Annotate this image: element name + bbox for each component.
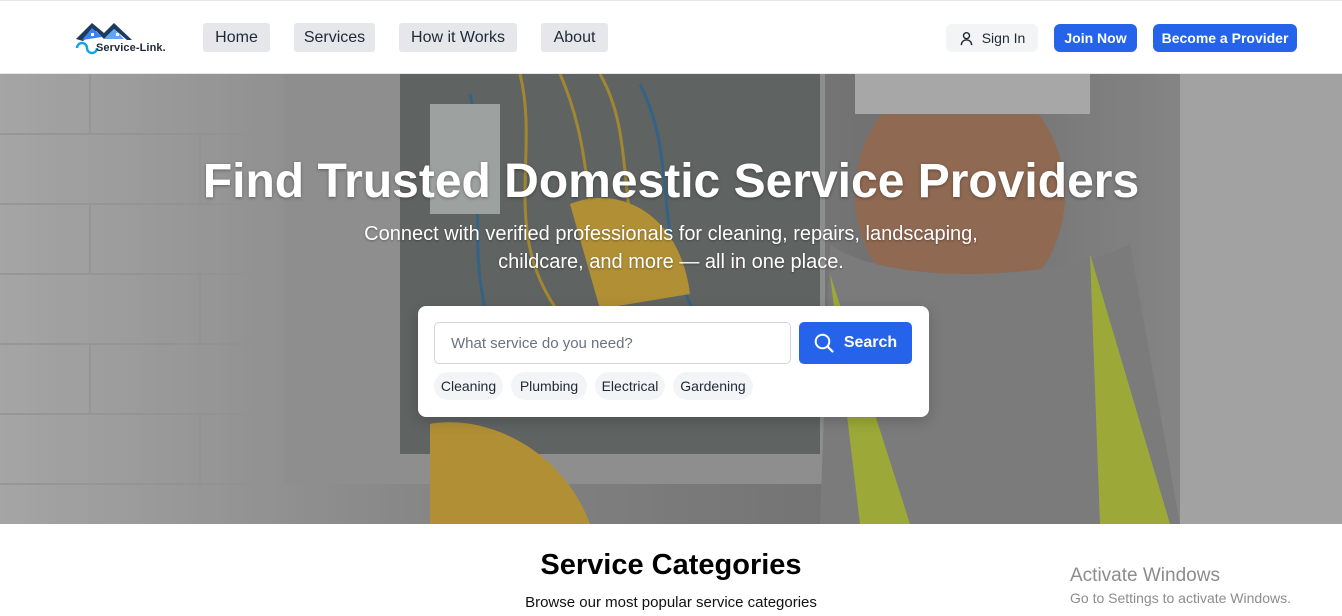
brand-name: Service-Link.	[96, 42, 166, 54]
hero-title: Find Trusted Domestic Service Providers	[202, 155, 1140, 208]
search-input[interactable]	[434, 322, 791, 364]
watermark-title: Activate Windows	[1070, 565, 1220, 586]
nav-services[interactable]: Services	[294, 23, 375, 52]
sign-in-label: Sign In	[981, 30, 1026, 46]
chip-cleaning[interactable]: Cleaning	[434, 372, 503, 400]
site-header: Service-Link. Home Services How it Works…	[0, 0, 1342, 74]
search-button[interactable]: Search	[799, 322, 912, 364]
chip-electrical[interactable]: Electrical	[595, 372, 665, 400]
search-button-label: Search	[843, 334, 898, 351]
watermark-subtitle: Go to Settings to activate Windows.	[1070, 590, 1291, 606]
nav-home[interactable]: Home	[203, 23, 270, 52]
chip-plumbing[interactable]: Plumbing	[511, 372, 587, 400]
user-icon	[960, 31, 973, 45]
sign-in-button[interactable]: Sign In	[946, 24, 1038, 52]
nav-about[interactable]: About	[541, 23, 608, 52]
become-provider-button[interactable]: Become a Provider	[1153, 24, 1297, 52]
hero-subtitle: Connect with verified professionals for …	[364, 223, 978, 273]
windows-activation-watermark: Activate Windows Go to Settings to activ…	[1070, 565, 1291, 606]
hero-overlay	[0, 74, 1342, 524]
search-card: Search Cleaning Plumbing Electrical Gard…	[418, 306, 929, 417]
chip-gardening[interactable]: Gardening	[673, 372, 753, 400]
join-now-button[interactable]: Join Now	[1054, 24, 1137, 52]
search-icon	[814, 333, 834, 353]
nav-how-it-works[interactable]: How it Works	[399, 23, 517, 52]
brand-logo[interactable]: Service-Link.	[74, 19, 174, 59]
hero-section: Find Trusted Domestic Service Providers …	[0, 74, 1342, 524]
